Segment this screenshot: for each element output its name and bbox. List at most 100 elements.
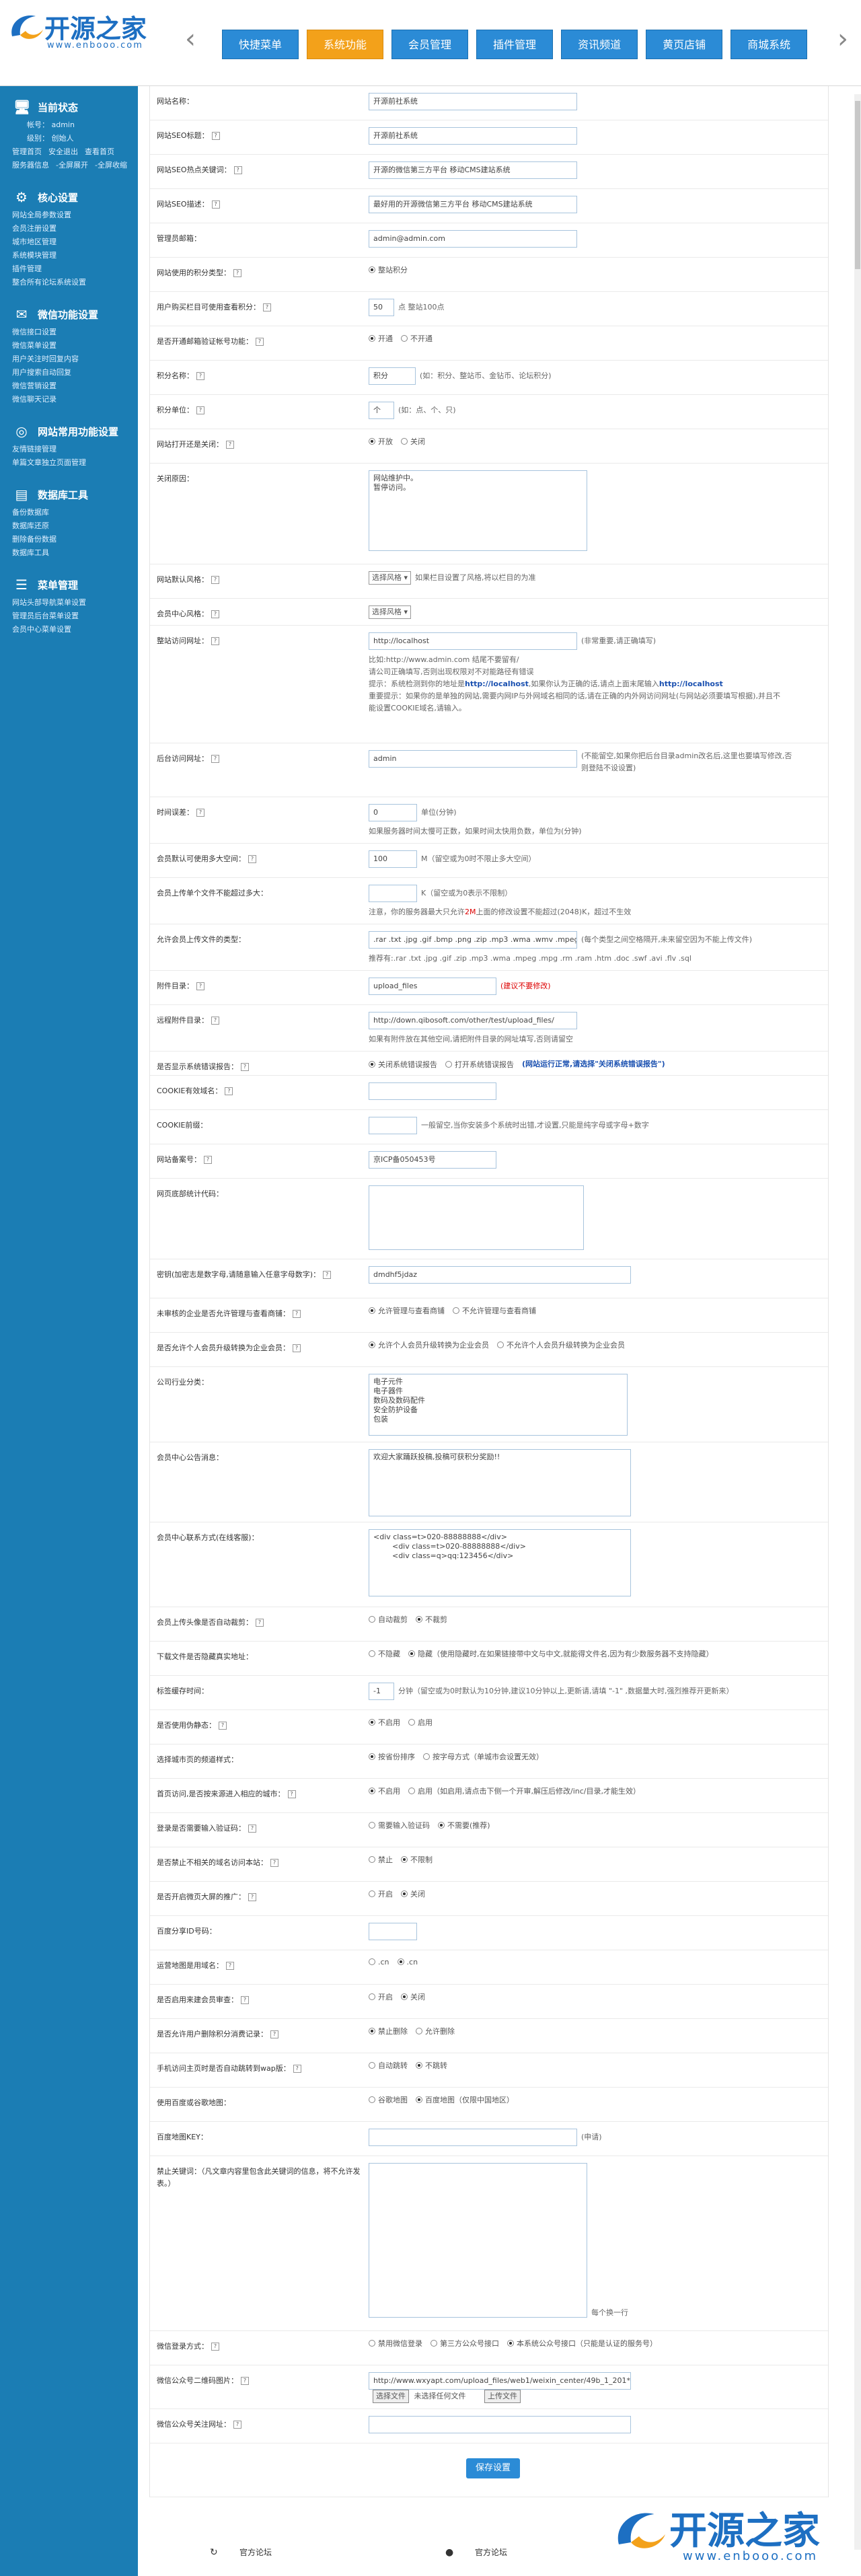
member-style-select[interactable]: 选择风格 ▾ [369,605,412,619]
help-icon[interactable]: ? [196,982,204,990]
scrollbar-thumb[interactable] [855,101,860,269]
help-icon[interactable]: ? [211,610,219,618]
sidebar-link[interactable]: 网站全局参数设置 [12,209,131,222]
sidebar-link[interactable]: 删除备份数据 [12,533,131,546]
help-icon[interactable]: ? [293,1344,301,1352]
sidebar-link[interactable]: 数据库还原 [12,519,131,533]
sidebar-link[interactable]: 单篇文章独立页面管理 [12,456,131,470]
site-name-input[interactable]: 开源前社系统 [369,93,577,110]
nav-tab-4[interactable]: 资讯频道 [561,30,638,59]
ban-copy-radio-0[interactable] [369,1856,375,1863]
baidu-key-apply-link[interactable]: (申请) [581,2133,602,2141]
static-radio-1[interactable] [408,1719,415,1726]
wx-qrcode-input[interactable]: http://www.wxyapt.com/upload_files/web1/… [369,2372,631,2390]
help-icon[interactable]: ? [204,1156,212,1164]
download-mode-radio-1[interactable] [408,1650,415,1657]
site-logo[interactable]: 开源之家 www.enbooo.com [5,5,174,66]
mobile-jump-radio-1[interactable] [416,2062,422,2069]
help-icon[interactable]: ? [233,269,241,277]
nav-tab-0[interactable]: 快捷菜单 [222,30,299,59]
secret-key-input[interactable]: dmdhf5jdaz [369,1266,631,1284]
sidebar-link[interactable]: 数据库工具 [12,546,131,560]
upload-file-size-input[interactable] [369,885,417,902]
seo-desc-input[interactable]: 最好用的开源微信第三方平台 移动CMS建站系统 [369,196,577,213]
email-verify-radio-0[interactable] [369,335,375,342]
remote-dir-input[interactable]: http://down.qibosoft.com/other/test/uplo… [369,1012,577,1029]
upload-size-input[interactable]: 100 [369,850,417,868]
sidebar-link[interactable]: 微信接口设置 [12,326,131,339]
ban-copy-radio-1[interactable] [401,1856,408,1863]
sidebar-group-header[interactable]: ☰ 菜单管理 [0,573,138,596]
nav-prev-arrow-icon[interactable]: ‹ [180,19,200,59]
help-icon[interactable]: ? [211,755,219,763]
mobile-jump-radio-0[interactable] [369,2062,375,2069]
nav-tab-1[interactable]: 系统功能 [307,30,384,59]
help-icon[interactable]: ? [256,338,264,346]
help-icon[interactable]: ? [211,637,219,645]
help-icon[interactable]: ? [211,200,220,209]
sidebar-group-header[interactable]: ▤ 数据库工具 [0,483,138,506]
sidebar-link[interactable]: 整合所有论坛系统设置 [12,276,131,289]
cookie-domain-input[interactable] [369,1082,496,1100]
sidebar-link[interactable]: 微信菜单设置 [12,339,131,353]
help-icon[interactable]: ? [196,406,204,414]
sidebar-link[interactable]: 网站头部导航菜单设置 [12,596,131,610]
personal-upgrade-radio-1[interactable] [497,1341,504,1348]
share-radio-1[interactable] [401,1890,408,1897]
map-type-radio-1[interactable] [416,2096,422,2103]
cookie-prefix-input[interactable] [369,1117,417,1134]
city-style-radio-1[interactable] [423,1753,430,1760]
sidebar-link-view-home[interactable]: 查看首页 [85,145,114,159]
sidebar-link-logout[interactable]: 安全退出 [48,145,78,159]
sidebar-link[interactable]: 微信营销设置 [12,379,131,393]
help-icon[interactable]: ? [219,1722,227,1730]
help-icon[interactable]: ? [233,2421,241,2429]
sidebar-group-header[interactable]: ◎ 网站常用功能设置 [0,420,138,443]
share-radio-0[interactable] [369,1890,375,1897]
member-notice-textarea[interactable]: 欢迎大家踊跃投稿,投稿可获积分奖励!! [369,1449,631,1516]
sidebar-group-header[interactable]: ✉ 微信功能设置 [0,303,138,326]
help-icon[interactable]: ? [293,2065,301,2073]
no-audit-radio-1[interactable] [453,1307,459,1314]
help-icon[interactable]: ? [256,1619,264,1627]
detected-url-link[interactable]: http://localhost [465,679,529,688]
baidu-id-input[interactable] [369,1923,417,1940]
allow-types-input[interactable]: .rar .txt .jpg .gif .bmp .png .zip .mp3 … [369,931,577,949]
nav-tab-2[interactable]: 会员管理 [391,30,469,59]
save-settings-button[interactable]: 保存设置 [466,2458,520,2478]
auto-city-radio-0[interactable] [369,1788,375,1794]
default-style-select[interactable]: 选择风格 ▾ [369,571,412,585]
app-verify-radio-1[interactable] [401,1993,408,2000]
sidebar-link[interactable]: 用户搜索自动回复 [12,366,131,379]
help-icon[interactable]: ? [211,2343,219,2351]
detected-url-link-2[interactable]: http://localhost [659,679,723,688]
sidebar-link[interactable]: 微信聊天记录 [12,393,131,406]
help-icon[interactable]: ? [226,441,234,449]
close-reason-textarea[interactable]: 网站维护中。 暂停访问。 [369,470,587,551]
delete-confirm-radio-1[interactable] [416,2028,422,2034]
delete-confirm-radio-0[interactable] [369,2028,375,2034]
sidebar-link-admin-home[interactable]: 管理首页 [12,145,42,159]
personal-upgrade-radio-0[interactable] [369,1341,375,1348]
admin-url-input[interactable]: admin [369,750,577,768]
admin-email-input[interactable]: admin@admin.com [369,230,577,248]
help-icon[interactable]: ? [233,166,242,174]
nav-next-arrow-icon[interactable]: › [833,19,853,59]
help-icon[interactable]: ? [241,2377,249,2385]
help-icon[interactable]: ? [241,1063,249,1071]
points-type-radio[interactable] [369,266,375,273]
sidebar-link[interactable]: 管理员后台菜单设置 [12,610,131,623]
sidebar-link[interactable]: 系统模块管理 [12,249,131,262]
no-audit-radio-0[interactable] [369,1307,375,1314]
icp-input[interactable]: 京ICP备050453号 [369,1151,496,1169]
wx-login-radio-0[interactable] [369,2340,375,2347]
help-icon[interactable]: ? [196,372,204,380]
upload-watermark-radio-0[interactable] [369,1616,375,1623]
sidebar-link[interactable]: 会员注册设置 [12,222,131,235]
map-type-radio-0[interactable] [369,2096,375,2103]
industry-textarea[interactable]: 电子元件 电子器件 数码及数码配件 安全防护设备 包装 [369,1374,628,1436]
email-verify-radio-1[interactable] [401,335,408,342]
upload-watermark-radio-1[interactable] [416,1616,422,1623]
help-icon[interactable]: ? [211,1017,219,1025]
nav-tab-3[interactable]: 插件管理 [476,30,554,59]
